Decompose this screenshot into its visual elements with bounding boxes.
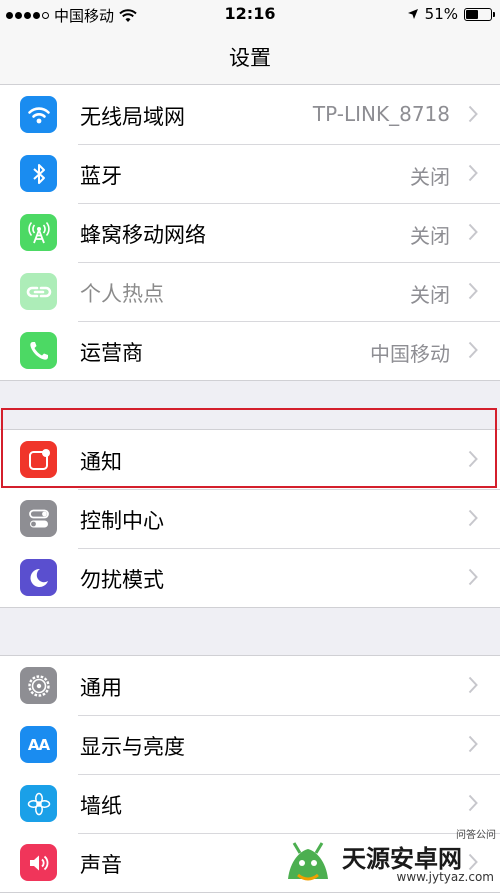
chevron-right-icon	[468, 105, 478, 123]
wifi-icon	[20, 96, 57, 133]
watermark-name: 天源安卓网	[342, 844, 462, 873]
moon-icon	[20, 559, 57, 596]
settings-row-control-center[interactable]: 控制中心	[0, 489, 500, 548]
settings-row-wallpaper[interactable]: 墙纸	[0, 774, 500, 833]
settings-group-connectivity: 无线局域网 TP-LINK_8718 蓝牙 关闭 蜂窝移动网络 关闭 个人热点 …	[0, 84, 500, 381]
settings-row-value: 关闭	[410, 283, 450, 307]
chevron-right-icon	[468, 794, 478, 812]
display-icon: AA	[20, 726, 57, 763]
battery-icon	[464, 7, 495, 21]
settings-row-label: 墙纸	[80, 794, 122, 818]
control-center-icon	[20, 500, 57, 537]
settings-row-value: TP-LINK_8718	[312, 102, 450, 126]
notifications-icon	[20, 441, 57, 478]
android-robot-icon	[288, 842, 328, 881]
phone-icon	[20, 332, 57, 369]
battery-percent: 51%	[424, 5, 458, 23]
settings-row-bluetooth[interactable]: 蓝牙 关闭	[0, 144, 500, 203]
settings-row-label: 无线局域网	[80, 105, 185, 129]
settings-row-general[interactable]: 通用	[0, 656, 500, 715]
sound-icon	[20, 844, 57, 881]
settings-row-notifications[interactable]: 通知	[0, 430, 500, 489]
status-right: 51%	[407, 5, 495, 23]
chevron-right-icon	[468, 164, 478, 182]
navigation-bar: 设置	[0, 30, 500, 85]
settings-row-cellular[interactable]: 蜂窝移动网络 关闭	[0, 203, 500, 262]
chevron-right-icon	[468, 735, 478, 753]
settings-row-value: 中国移动	[370, 342, 450, 366]
settings-row-label: 显示与亮度	[80, 735, 185, 759]
chevron-right-icon	[468, 450, 478, 468]
watermark-url: www.jytyaz.com	[396, 870, 495, 884]
settings-row-label: 蜂窝移动网络	[80, 223, 206, 247]
chevron-right-icon	[468, 341, 478, 359]
settings-row-hotspot[interactable]: 个人热点 关闭	[0, 262, 500, 321]
settings-row-label: 控制中心	[80, 509, 164, 533]
chevron-right-icon	[468, 223, 478, 241]
settings-row-label: 通知	[80, 450, 122, 474]
settings-row-label: 声音	[80, 853, 122, 877]
settings-row-label: 运营商	[80, 341, 143, 365]
watermark-corner: 问答公问	[456, 830, 496, 841]
settings-row-value: 关闭	[410, 165, 450, 189]
chevron-right-icon	[468, 509, 478, 527]
bluetooth-icon	[20, 155, 57, 192]
gear-icon	[20, 667, 57, 704]
settings-row-display[interactable]: AA 显示与亮度	[0, 715, 500, 774]
hotspot-icon	[20, 273, 57, 310]
watermark: 天源安卓网 www.jytyaz.com 问答公问	[280, 826, 500, 886]
chevron-right-icon	[468, 568, 478, 586]
settings-row-label: 勿扰模式	[80, 568, 164, 592]
settings-row-label: 通用	[80, 676, 122, 700]
settings-row-carrier[interactable]: 运营商 中国移动	[0, 321, 500, 380]
settings-row-label: 个人热点	[80, 282, 164, 306]
settings-row-do-not-disturb[interactable]: 勿扰模式	[0, 548, 500, 607]
settings-row-wifi[interactable]: 无线局域网 TP-LINK_8718	[0, 85, 500, 144]
settings-group-notifications: 通知 控制中心 勿扰模式	[0, 429, 500, 608]
settings-row-label: 蓝牙	[80, 164, 122, 188]
chevron-right-icon	[468, 676, 478, 694]
location-arrow-icon	[407, 9, 418, 19]
cellular-icon	[20, 214, 57, 251]
display-icon-text: AA	[27, 735, 50, 754]
page-title: 设置	[229, 46, 271, 70]
settings-row-value: 关闭	[410, 224, 450, 248]
status-bar: 中国移动 12:16 51%	[0, 0, 500, 30]
wallpaper-icon	[20, 785, 57, 822]
chevron-right-icon	[468, 282, 478, 300]
